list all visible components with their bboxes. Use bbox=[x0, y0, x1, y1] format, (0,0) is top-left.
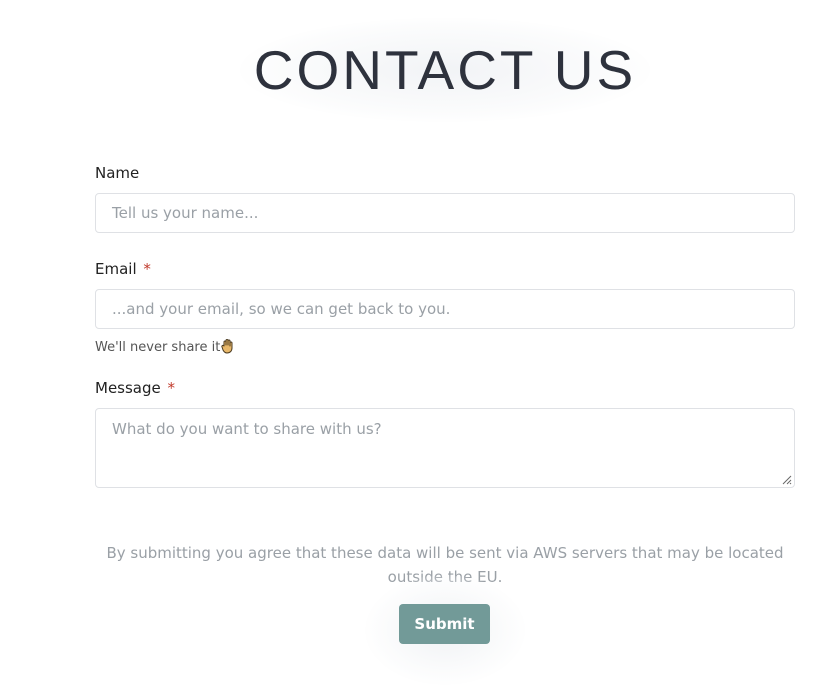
email-group: Email * ...and your email, so we can get… bbox=[95, 259, 795, 356]
name-label: Name bbox=[95, 163, 795, 183]
submit-button[interactable]: Submit bbox=[399, 604, 490, 644]
email-required-mark: * bbox=[143, 260, 151, 278]
page-title: CONTACT US bbox=[253, 39, 637, 101]
message-textarea[interactable]: What do you want to share with us? bbox=[95, 408, 795, 488]
raised-hand-icon bbox=[221, 338, 235, 359]
email-hint-text: We'll never share it bbox=[95, 340, 221, 355]
name-group: Name Tell us your name... bbox=[95, 163, 795, 233]
resize-handle-icon[interactable] bbox=[780, 473, 792, 485]
email-field[interactable]: ...and your email, so we can get back to… bbox=[95, 289, 795, 329]
name-label-text: Name bbox=[95, 164, 140, 182]
message-label: Message * bbox=[95, 378, 795, 398]
message-required-mark: * bbox=[167, 379, 176, 397]
contact-form: Name Tell us your name... Email * ...and… bbox=[95, 163, 795, 488]
message-label-text: Message bbox=[95, 379, 161, 397]
message-group: Message * What do you want to share with… bbox=[95, 378, 795, 488]
name-field[interactable]: Tell us your name... bbox=[95, 193, 795, 233]
email-label: Email * bbox=[95, 259, 795, 279]
message-placeholder: What do you want to share with us? bbox=[112, 420, 382, 438]
email-hint: We'll never share it bbox=[95, 338, 795, 359]
email-label-text: Email bbox=[95, 260, 137, 278]
